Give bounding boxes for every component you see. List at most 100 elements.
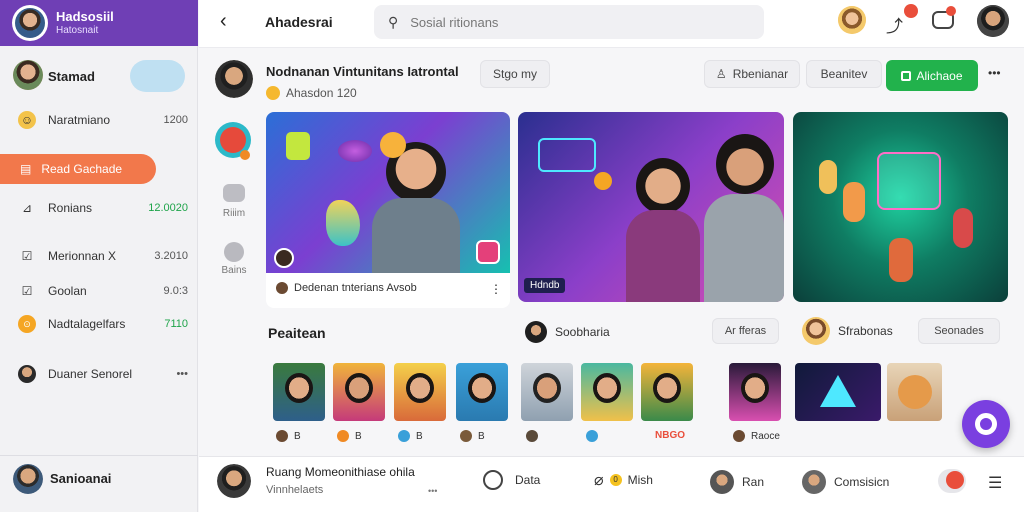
link-icon[interactable] [224,242,244,262]
girl-head [636,158,690,214]
thumb-caption-text: B [416,430,423,442]
list-icon[interactable]: ☰ [988,473,1002,493]
sidebar-item-value: 1200 [163,114,188,126]
profile-toggle-pill[interactable] [130,60,185,92]
bottom-action-value: 0 [609,474,622,486]
section-mid-chip[interactable]: Ar fferas [712,318,779,344]
camera-icon[interactable] [223,184,245,202]
bottom-title: Ruang Momeonithiase ohila [266,465,415,479]
neon-triangle [820,375,856,407]
page-title: Ahadesrai [265,14,333,30]
feature-card-2[interactable]: Hdndb [518,112,784,302]
thumbnail[interactable] [729,363,781,421]
follow-chip[interactable]: Stgo my [480,60,550,88]
card-1-caption-row: Dedenan tnterians Avsob [276,282,417,294]
fab-button[interactable] [962,400,1010,448]
sidebar-item-label: Goolan [48,284,87,298]
bottom-action-mish[interactable]: ⌀ 0 Mish [594,470,653,490]
sidebar-item-value: 12.0020 [148,202,188,214]
thumb-caption [526,430,544,442]
square-icon [901,70,912,81]
bottom-action-ran[interactable]: Ran [710,470,764,494]
search-input[interactable]: ⚲ Sosial ritionans [374,5,764,39]
bottom-action-label: Ran [742,475,765,489]
avatar-icon [802,317,830,345]
sidebar-item-ronians[interactable]: ⊿ Ronians 12.0020 [18,197,188,219]
message-badge [946,6,956,16]
more-icon[interactable]: ••• [176,368,188,380]
rail-badge [240,150,250,160]
thumbnail[interactable] [581,363,633,421]
thumb-caption: B [337,430,362,442]
card-2-image: Hdndb [518,112,784,302]
sidebar-item-nadtalagelfars[interactable]: ⊙ Nadtalagelfars 7110 [18,313,188,335]
sidebar-item-duaner-senorel[interactable]: Duaner Senorel ••• [18,363,188,385]
boy-head [716,134,774,194]
brand-avatar[interactable] [12,5,48,41]
sidebar-item-read-gachade[interactable]: ▤ Read Gachade [0,154,156,184]
search-placeholder: Sosial ritionans [410,14,499,30]
sidebar-item-merionnan[interactable]: ☑ Merionnan X 3.2010 [18,245,188,267]
avatar-icon [802,470,826,494]
review-button[interactable]: Beanitev [806,60,882,88]
rail-label-2: Bains [221,265,247,276]
instagram-icon [476,240,500,264]
bottom-action-data[interactable]: Data [483,470,540,490]
account-avatar[interactable] [977,5,1009,37]
avatar-icon [710,470,734,494]
thumbnail[interactable] [795,363,881,421]
user-avatar-top[interactable] [838,6,866,34]
thumb-face [653,373,681,403]
thumb-face [345,373,373,403]
thumbnail[interactable] [521,363,573,421]
channel-subtitle: Ahasdon 120 [266,86,357,100]
thumb-caption [586,430,604,442]
planet-icon [338,140,372,162]
dog-face [897,375,932,409]
thumbnail[interactable] [887,363,942,421]
share-icon[interactable]: ⤴ [886,12,903,37]
feature-card-3[interactable] [793,112,1008,302]
sidebar-divider [0,455,198,456]
thumbnail[interactable] [456,363,508,421]
more-icon[interactable]: ••• [988,66,1001,80]
bottom-avatar[interactable] [217,464,251,498]
sidebar-item-goolan[interactable]: ☑ Goolan 9.0:3 [18,280,188,302]
checkbox-icon: ☑ [21,284,33,298]
thumb-caption: B [398,430,423,442]
avatar-icon [276,430,288,442]
section-right-name: Sfrabonas [838,324,893,338]
remind-button[interactable]: ♙ Rbenianar [704,60,800,88]
section-right-chip[interactable]: Seonades [918,318,1000,344]
avatar-icon [586,430,598,442]
app-icon [286,132,310,160]
sidebar-item-naratmiano[interactable]: ☺ Naratmiano 1200 [18,109,188,131]
sidebar-item-label: Duaner Senorel [48,367,133,381]
avatar-icon [460,430,472,442]
bottom-action-label: Data [515,473,541,487]
thumb-face [468,373,496,403]
thumb-caption: B [460,430,485,442]
sidebar-item-label: Ronians [48,201,93,215]
bottom-action-comsisicn[interactable]: Comsisicn [802,470,889,494]
thumbnail[interactable] [333,363,385,421]
avatar-icon [337,430,349,442]
coin-icon [594,172,612,190]
notification-badge [904,4,918,18]
card-1-more-icon[interactable]: ⋮ [490,282,502,296]
profile-avatar[interactable] [13,60,43,90]
record-icon[interactable] [938,469,966,493]
kid-figure-3 [953,208,973,248]
thumb-face [593,373,621,403]
primary-action-label: Alichaoe [916,68,963,83]
back-icon[interactable]: ‹ [220,10,227,33]
primary-action-button[interactable]: Alichaoe [886,60,978,91]
thumbnail[interactable] [273,363,325,421]
more-icon[interactable]: ••• [428,486,437,496]
footer-avatar[interactable] [13,464,43,494]
thumbnail[interactable] [394,363,446,421]
thumb-caption: B [276,430,301,442]
feature-card-1[interactable]: Dedenan tnterians Avsob ⋮ [266,112,510,308]
thumbnail[interactable] [641,363,693,421]
channel-avatar[interactable] [215,60,253,98]
